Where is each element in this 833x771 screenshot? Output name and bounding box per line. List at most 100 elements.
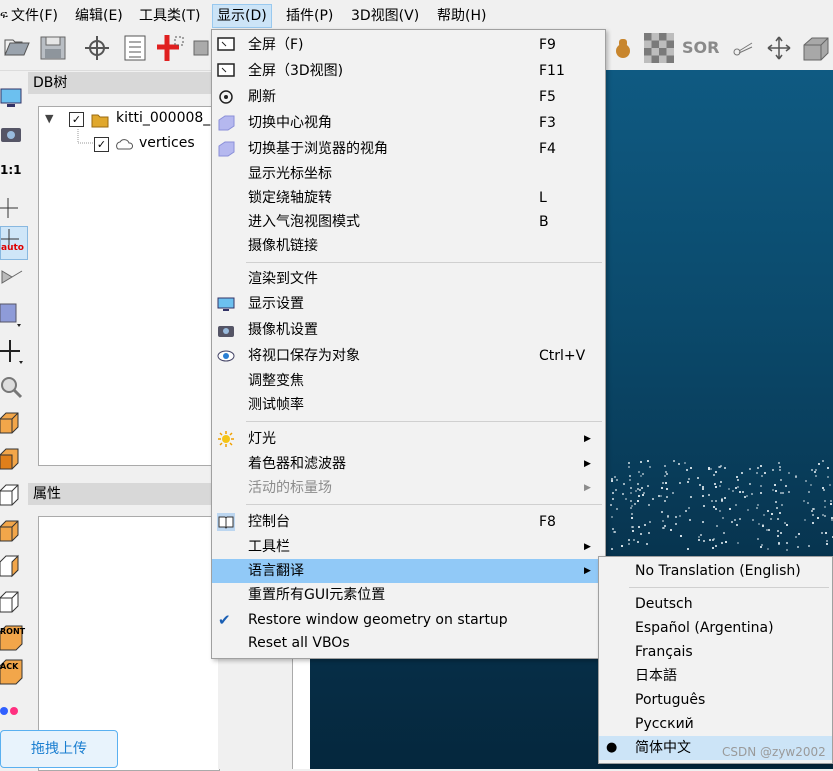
point-cloud-point bbox=[670, 529, 672, 531]
menu-item-cursor-coords[interactable]: 显示光标坐标 bbox=[212, 162, 605, 186]
left-view-icon[interactable] bbox=[0, 479, 24, 509]
point-cloud-point bbox=[736, 524, 738, 526]
display-icon[interactable] bbox=[0, 83, 24, 113]
point-cloud-point bbox=[690, 496, 692, 498]
tree-root-label[interactable]: kitti_000008_ bbox=[116, 110, 210, 126]
menu-item-camera-link[interactable]: 摄像机链接 bbox=[212, 234, 605, 258]
tree-child-label[interactable]: vertices bbox=[139, 135, 195, 151]
sor-filter-icon[interactable]: SOR bbox=[682, 33, 719, 63]
back-view-icon[interactable] bbox=[0, 515, 24, 545]
crosshair-icon[interactable] bbox=[0, 192, 24, 222]
language-item-francais[interactable]: Français bbox=[599, 640, 832, 664]
point-cloud-point bbox=[760, 492, 762, 494]
menu-item-save-viewport[interactable]: 将视口保存为对象 Ctrl+V bbox=[212, 344, 605, 368]
point-cloud-point bbox=[708, 494, 710, 496]
view-box-icon[interactable] bbox=[0, 298, 24, 328]
save-icon[interactable] bbox=[38, 33, 68, 63]
box-icon[interactable] bbox=[800, 33, 830, 63]
menu-item-reset-gui[interactable]: 重置所有GUI元素位置 bbox=[212, 583, 605, 607]
collapse-arrow-icon[interactable]: ▼ bbox=[45, 112, 53, 125]
point-cloud-point bbox=[761, 544, 763, 546]
point-cloud-point bbox=[760, 546, 762, 548]
hand-icon[interactable] bbox=[612, 33, 634, 63]
menu-edit[interactable]: 编辑(E) bbox=[71, 5, 127, 27]
menu-item-adjust-zoom[interactable]: 调整变焦 bbox=[212, 369, 605, 393]
menu-help[interactable]: 帮助(H) bbox=[433, 5, 490, 27]
menu-item-center-view[interactable]: 切换中心视角 F3 bbox=[212, 111, 605, 135]
scissors-icon[interactable] bbox=[728, 33, 758, 63]
language-item-japanese[interactable]: 日本語 bbox=[599, 664, 832, 688]
root-checkbox[interactable]: ✓ bbox=[69, 112, 84, 127]
menu-item-fullscreen[interactable]: 全屏（F) F9 bbox=[212, 33, 605, 57]
db-tree-panel: ▼ ✓ kitti_000008_ ✓ vertices bbox=[38, 106, 220, 466]
point-cloud-point bbox=[756, 507, 758, 509]
perspective-icon[interactable] bbox=[0, 263, 24, 293]
cross-section-icon[interactable] bbox=[155, 33, 185, 63]
submenu-arrow-icon: ▶ bbox=[584, 566, 591, 576]
language-item-english[interactable]: No Translation (English) bbox=[599, 559, 832, 583]
tool-icon[interactable] bbox=[190, 33, 210, 63]
menu-item-camera-settings[interactable]: 摄像机设置 bbox=[212, 318, 605, 342]
point-cloud-point bbox=[779, 466, 781, 468]
language-item-deutsch[interactable]: Deutsch bbox=[599, 592, 832, 616]
menu-tools[interactable]: 工具类(T) bbox=[135, 5, 204, 27]
point-cloud-point bbox=[798, 533, 800, 535]
right-view-icon[interactable] bbox=[0, 550, 24, 580]
point-cloud-point bbox=[772, 489, 774, 491]
point-cloud-point bbox=[729, 508, 731, 510]
point-cloud-point bbox=[630, 492, 632, 494]
menu-item-render-to-file[interactable]: 渲染到文件 bbox=[212, 267, 605, 291]
menu-item-shaders[interactable]: 着色器和滤波器 ▶ bbox=[212, 452, 605, 476]
vertices-checkbox[interactable]: ✓ bbox=[94, 137, 109, 152]
menu-item-fullscreen-3d[interactable]: 全屏（3D视图) F11 bbox=[212, 59, 605, 83]
menu-item-viewer-view[interactable]: 切换基于浏览器的视角 F4 bbox=[212, 137, 605, 161]
point-cloud-point bbox=[638, 495, 640, 497]
point-cloud-point bbox=[777, 535, 779, 537]
menu-item-bubble-view[interactable]: 进入气泡视图模式 B bbox=[212, 210, 605, 234]
point-cloud-point bbox=[825, 532, 827, 534]
top-view-icon[interactable] bbox=[0, 407, 24, 437]
list-icon[interactable] bbox=[120, 33, 150, 63]
point-cloud-point bbox=[649, 466, 651, 468]
move-icon[interactable] bbox=[0, 336, 24, 366]
menu-plugins[interactable]: 插件(P) bbox=[282, 5, 337, 27]
camera-icon[interactable] bbox=[0, 119, 24, 149]
menu-item-toolbars[interactable]: 工具栏 ▶ bbox=[212, 535, 605, 559]
checkerboard-icon[interactable] bbox=[644, 33, 674, 63]
bottom-view-icon[interactable] bbox=[0, 586, 24, 616]
point-cloud-point bbox=[699, 484, 701, 486]
language-item-portugues[interactable]: Português bbox=[599, 688, 832, 712]
language-item-russian[interactable]: Русский bbox=[599, 712, 832, 736]
upload-button[interactable]: 拖拽上传 bbox=[0, 730, 118, 768]
menu-item-test-framerate[interactable]: 测试帧率 bbox=[212, 393, 605, 417]
language-item-espanol[interactable]: Español (Argentina) bbox=[599, 616, 832, 640]
menu-file[interactable]: 文件(F) bbox=[7, 5, 62, 27]
menu-display[interactable]: 显示(D) bbox=[212, 4, 272, 28]
menu-item-refresh[interactable]: 刷新 F5 bbox=[212, 85, 605, 109]
open-folder-icon[interactable] bbox=[2, 33, 32, 63]
point-cloud-point bbox=[652, 498, 654, 500]
auto-pivot-icon[interactable]: auto bbox=[0, 226, 28, 260]
point-cloud-point bbox=[664, 465, 666, 467]
translate-icon[interactable] bbox=[764, 33, 794, 63]
point-cloud-point bbox=[631, 513, 633, 515]
zoom-icon[interactable] bbox=[0, 372, 24, 402]
properties-panel-edge bbox=[292, 655, 311, 769]
front-view-icon[interactable] bbox=[0, 443, 24, 473]
point-cloud-point bbox=[689, 519, 691, 521]
color-icon[interactable] bbox=[0, 696, 24, 726]
menu-item-lights[interactable]: 灯光 ▶ bbox=[212, 427, 605, 451]
menu-item-display-settings[interactable]: 显示设置 bbox=[212, 292, 605, 316]
menu-item-restore-geometry[interactable]: ✔ Restore window geometry on startup bbox=[212, 608, 605, 632]
menu-item-console[interactable]: 控制台 F8 bbox=[212, 510, 605, 534]
menu-3d-views[interactable]: 3D视图(V) bbox=[347, 5, 423, 27]
back-iso-icon[interactable]: ACK bbox=[0, 656, 24, 686]
scale-icon[interactable]: 1:1 bbox=[0, 155, 24, 185]
point-picking-icon[interactable] bbox=[82, 33, 112, 63]
menu-item-lock-rotation[interactable]: 锁定绕轴旋转 L bbox=[212, 186, 605, 210]
point-cloud-point bbox=[782, 492, 784, 494]
front-iso-icon[interactable]: RONT bbox=[0, 622, 25, 652]
point-cloud-point bbox=[628, 466, 630, 468]
menu-item-language[interactable]: 语言翻译 ▶ bbox=[212, 559, 605, 583]
menu-item-reset-vbos[interactable]: Reset all VBOs bbox=[212, 631, 605, 655]
